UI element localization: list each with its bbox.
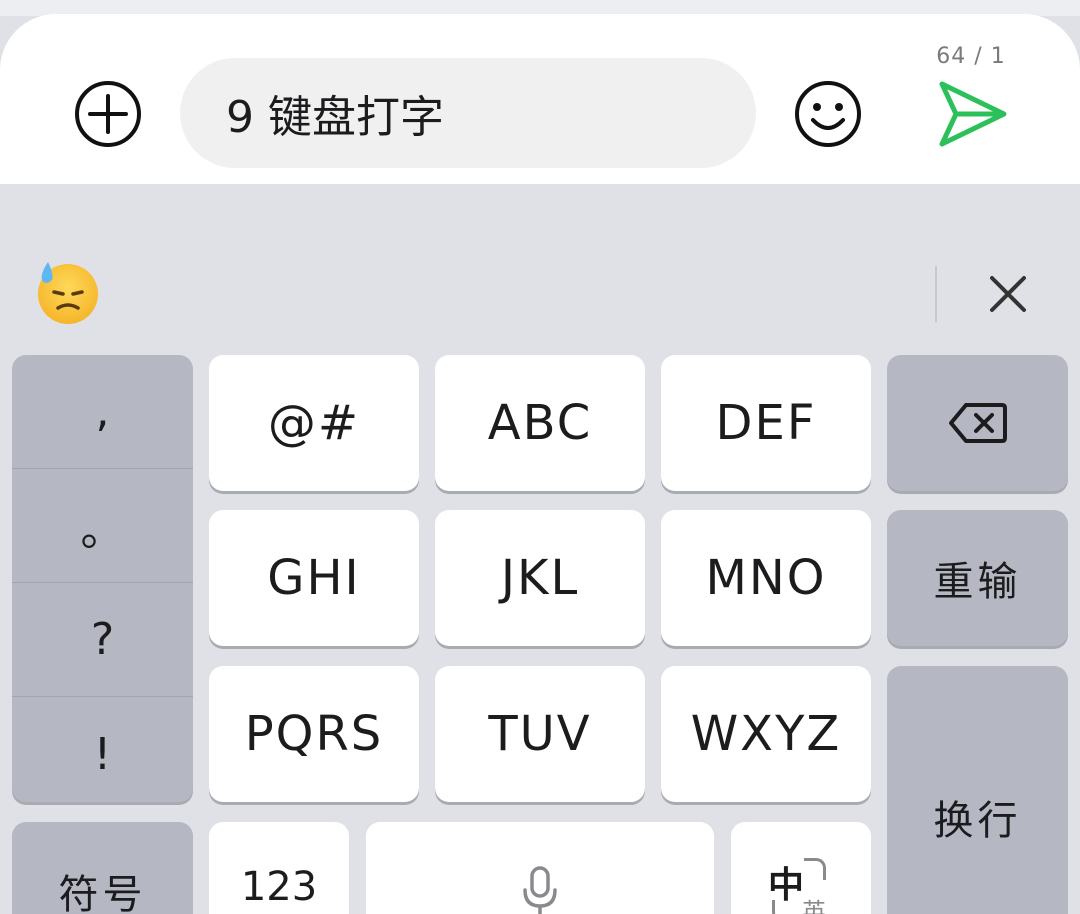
message-input-text: 9 键盘打字 bbox=[226, 92, 444, 143]
message-input-bar: 9 键盘打字 64 / 1 bbox=[0, 14, 1080, 184]
lang-en-label: 英 bbox=[802, 898, 826, 914]
emoji-button[interactable] bbox=[792, 78, 864, 150]
add-attachment-button[interactable] bbox=[72, 78, 144, 150]
punct-key-period[interactable]: 。 bbox=[12, 469, 193, 583]
language-switch-key[interactable]: 中 英 bbox=[731, 822, 871, 914]
switch-arrow-icon bbox=[804, 858, 826, 880]
send-icon bbox=[939, 81, 1007, 147]
key-1-label: @# bbox=[267, 395, 361, 451]
microphone-icon bbox=[523, 866, 557, 914]
punct-key-question[interactable]: ? bbox=[12, 583, 193, 697]
candidate-emoji[interactable] bbox=[34, 258, 102, 326]
close-icon bbox=[990, 276, 1026, 312]
key-3-label: DEF bbox=[715, 395, 817, 451]
punctuation-column[interactable]: , 。 ? ! bbox=[12, 355, 193, 802]
enter-key[interactable]: 换行 bbox=[887, 666, 1068, 914]
punct-key-comma[interactable]: , bbox=[12, 355, 193, 469]
key-9[interactable]: WXYZ bbox=[661, 666, 871, 802]
character-counter: 64 / 1 bbox=[936, 44, 1006, 69]
key-6-label: MNO bbox=[705, 550, 827, 606]
plus-circle-icon bbox=[75, 81, 141, 147]
key-3[interactable]: DEF bbox=[661, 355, 871, 491]
key-2-label: ABC bbox=[487, 395, 593, 451]
message-input[interactable]: 9 键盘打字 bbox=[180, 58, 756, 168]
key-2[interactable]: ABC bbox=[435, 355, 645, 491]
key-9-label: WXYZ bbox=[690, 706, 842, 762]
numbers-key-label: 123 bbox=[240, 864, 318, 910]
key-4[interactable]: GHI bbox=[209, 510, 419, 646]
enter-key-label: 换行 bbox=[933, 798, 1022, 844]
symbols-key-label: 符号 bbox=[58, 872, 147, 914]
key-5-label: JKL bbox=[500, 550, 580, 606]
key-7-label: PQRS bbox=[244, 706, 384, 762]
space-voice-key[interactable] bbox=[366, 822, 714, 914]
symbols-key[interactable]: 符号 bbox=[12, 822, 193, 914]
retype-key[interactable]: 重输 bbox=[887, 510, 1068, 646]
key-1[interactable]: @# bbox=[209, 355, 419, 491]
key-6[interactable]: MNO bbox=[661, 510, 871, 646]
send-button[interactable] bbox=[934, 76, 1010, 152]
backspace-icon bbox=[948, 403, 1007, 443]
key-8-label: TUV bbox=[488, 706, 592, 762]
candidate-divider bbox=[935, 266, 937, 322]
key-5[interactable]: JKL bbox=[435, 510, 645, 646]
switch-arrow-icon bbox=[772, 900, 794, 914]
smiley-icon bbox=[795, 81, 861, 147]
backspace-key[interactable] bbox=[887, 355, 1068, 491]
retype-key-label: 重输 bbox=[933, 559, 1022, 605]
key-8[interactable]: TUV bbox=[435, 666, 645, 802]
language-switch-icon: 中 英 bbox=[766, 852, 836, 914]
sweat-face-emoji-icon bbox=[38, 262, 98, 324]
punct-key-exclaim[interactable]: ! bbox=[12, 697, 193, 811]
numbers-key[interactable]: 123 bbox=[209, 822, 349, 914]
close-candidates-button[interactable] bbox=[982, 268, 1034, 320]
key-4-label: GHI bbox=[267, 550, 361, 606]
key-7[interactable]: PQRS bbox=[209, 666, 419, 802]
